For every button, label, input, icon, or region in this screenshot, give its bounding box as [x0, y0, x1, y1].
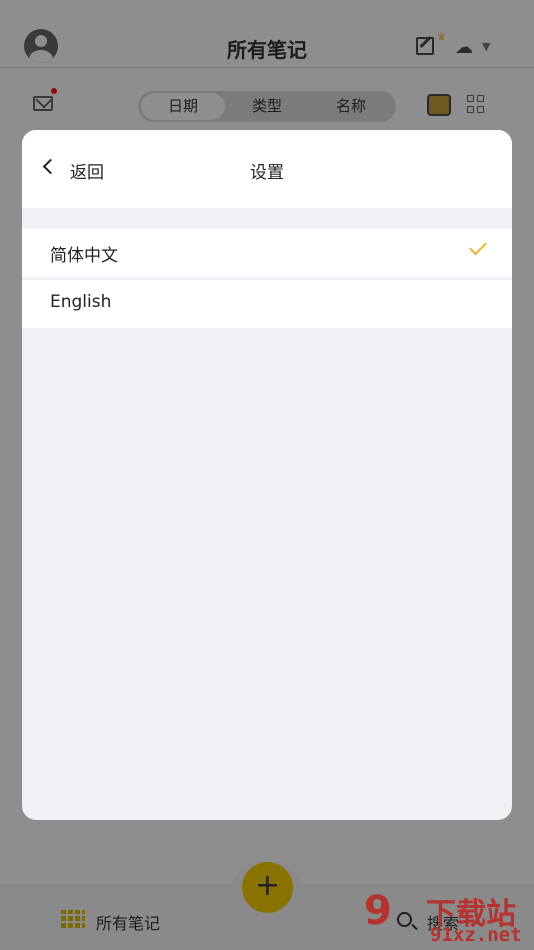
notification-dot: [51, 88, 57, 94]
dialog-header: 返回 设置: [22, 130, 512, 208]
crown-icon: ♛: [437, 32, 446, 43]
grid-view-icon[interactable]: [467, 95, 485, 113]
tab-name[interactable]: 名称: [309, 93, 393, 120]
dialog-title: 设置: [250, 163, 284, 183]
tab-type[interactable]: 类型: [225, 93, 309, 120]
language-settings-dialog: 返回 设置 简体中文 English: [22, 130, 512, 820]
language-option-zh[interactable]: 简体中文: [22, 229, 512, 277]
check-icon: [469, 237, 487, 256]
page-title: 所有笔记: [227, 38, 307, 62]
search-icon[interactable]: [397, 912, 412, 927]
sort-tabs: 日期 类型 名称: [138, 91, 396, 122]
bookshelf-icon[interactable]: [427, 94, 451, 116]
chevron-down-icon[interactable]: ▼: [482, 40, 490, 53]
top-bar: 所有笔记 ♛ ☁ ▼: [0, 0, 534, 68]
tab-date[interactable]: 日期: [141, 93, 225, 120]
language-label: 简体中文: [50, 246, 118, 266]
watermark-logo: 9: [364, 888, 392, 934]
cloud-upload-icon[interactable]: ☁: [455, 37, 473, 58]
all-notes-label[interactable]: 所有笔记: [96, 910, 160, 934]
all-notes-icon[interactable]: [61, 910, 85, 930]
edit-icon[interactable]: [416, 37, 434, 55]
add-note-button[interactable]: +: [242, 862, 293, 913]
watermark-url: 91xz.net: [430, 924, 522, 946]
language-option-en[interactable]: English: [22, 280, 512, 328]
language-label: English: [50, 292, 112, 312]
mail-icon[interactable]: [33, 96, 53, 111]
